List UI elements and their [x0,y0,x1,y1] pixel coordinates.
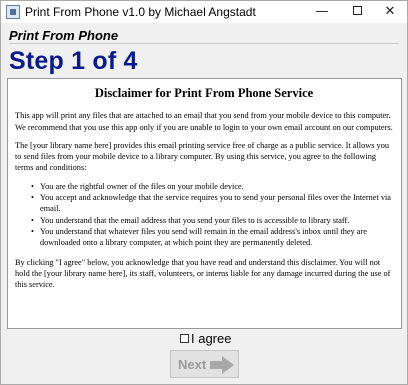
maximize-button[interactable] [340,1,374,23]
app-window: Print From Phone v1.0 by Michael Angstad… [0,0,408,385]
agree-checkbox[interactable] [180,334,189,343]
terms-list: You are the rightful owner of the files … [31,181,393,249]
step-title: Step 1 of 4 [9,47,138,75]
maximize-icon [352,6,362,15]
window-title: Print From Phone v1.0 by Michael Angstad… [25,5,256,19]
disclaimer-paragraph-3: By clicking "I agree" below, you acknowl… [15,257,391,290]
disclaimer-paragraph-1: This app will print any files that are a… [15,111,393,132]
terms-list-item: You understand that the email address th… [31,215,393,227]
arrow-right-icon [210,356,234,374]
agree-label[interactable]: I agree [191,331,231,346]
next-button-label: Next [178,357,207,372]
header-divider [9,43,399,44]
terms-list-item: You accept and acknowledge that the serv… [31,192,393,215]
next-button[interactable]: Next [170,350,239,378]
minimize-button[interactable]: — [305,1,339,23]
disclaimer-title: Disclaimer for Print From Phone Service [94,86,314,100]
app-name-heading: Print From Phone [9,28,119,43]
terms-list-item: You understand that whatever files you s… [31,226,393,249]
close-button[interactable]: ✕ [373,1,407,23]
disclaimer-panel[interactable]: Disclaimer for Print From Phone Service … [7,78,402,329]
title-bar[interactable]: Print From Phone v1.0 by Michael Angstad… [1,1,407,23]
disclaimer-paragraph-2: The [your library name here] provides th… [15,140,389,173]
terms-list-item: You are the rightful owner of the files … [31,181,393,193]
app-icon [6,5,20,19]
